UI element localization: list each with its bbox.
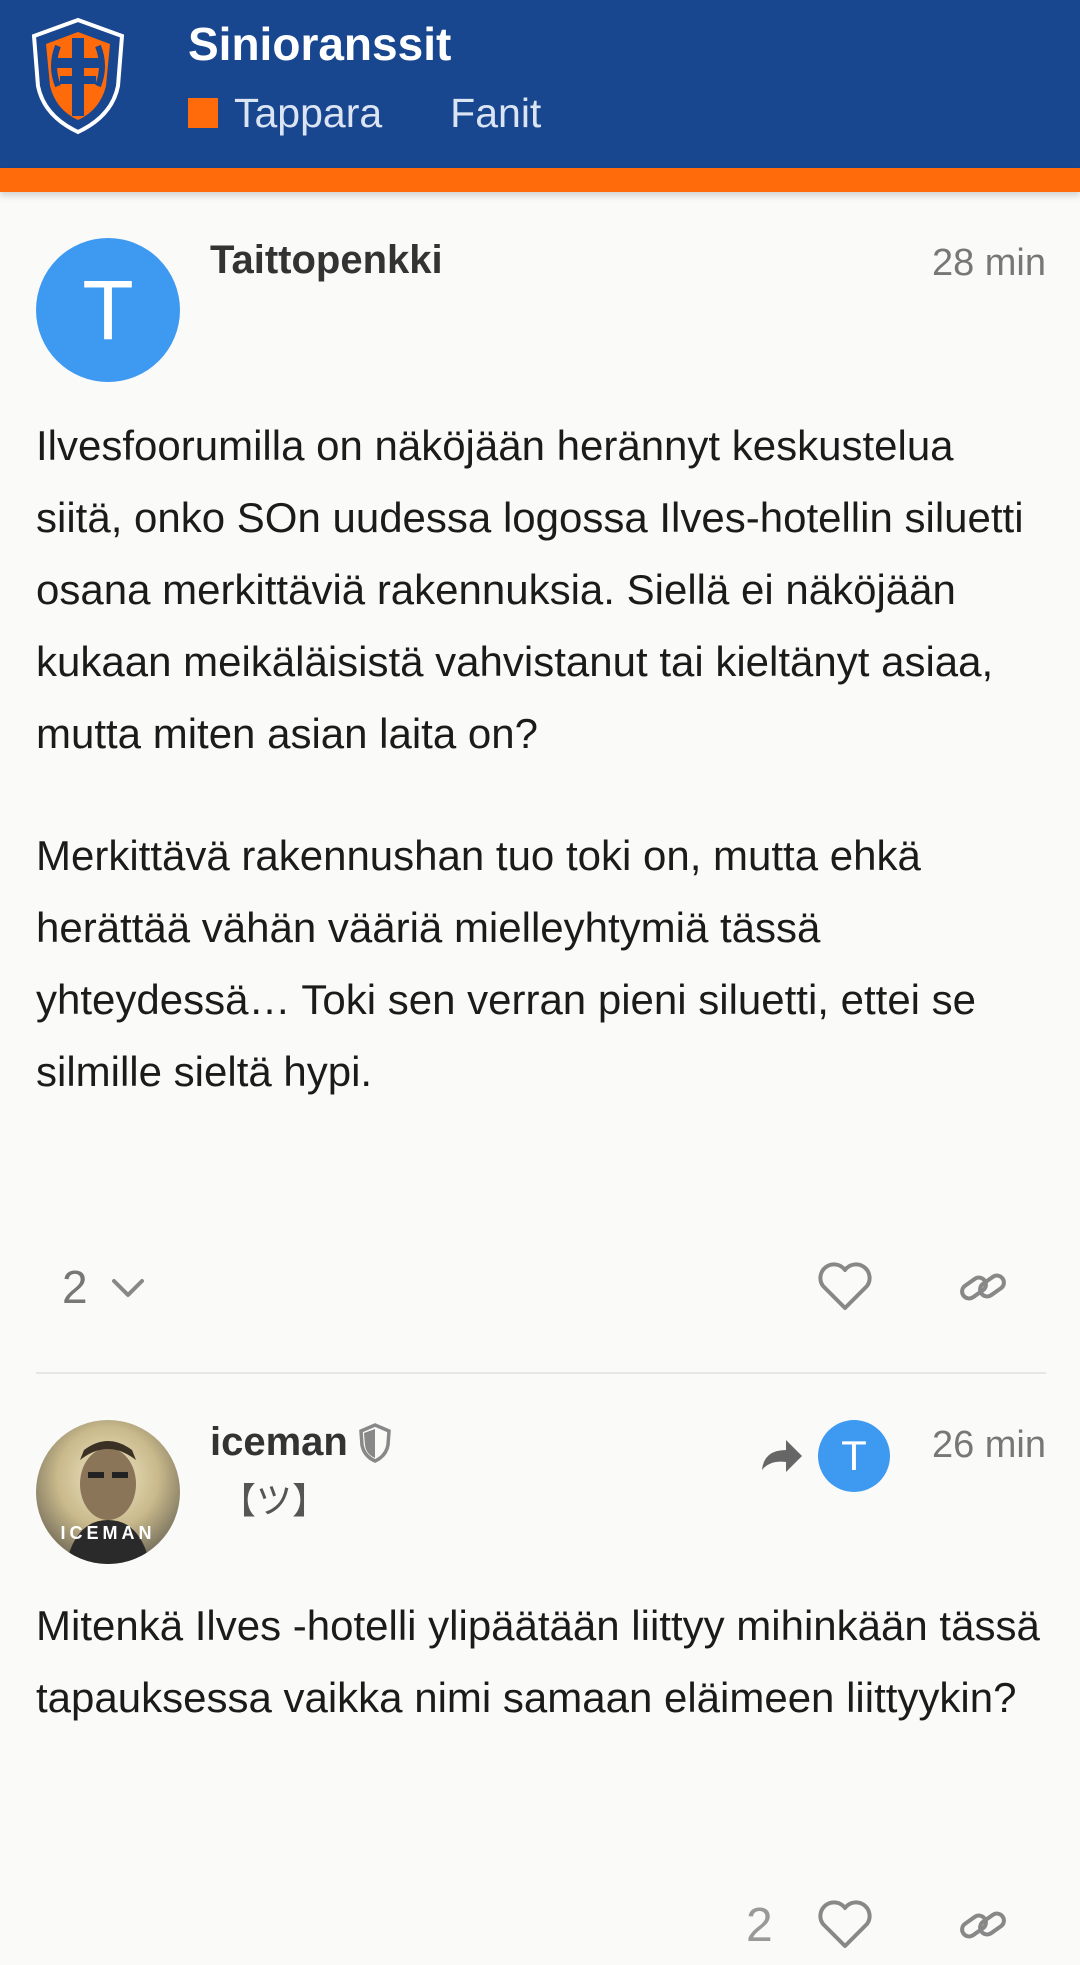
post-body: Ilvesfoorumilla on näköjään herännyt kes… bbox=[36, 410, 1046, 1108]
post: T Taittopenkki 28 min Ilvesfoorumilla on… bbox=[36, 238, 1046, 1328]
like-count: 2 bbox=[62, 1261, 88, 1313]
post-time[interactable]: 28 min bbox=[932, 242, 1046, 285]
link-icon bbox=[955, 1259, 1011, 1315]
reply-to-indicator[interactable]: T bbox=[760, 1420, 890, 1492]
post-username-row: iceman bbox=[210, 1420, 392, 1465]
avatar[interactable]: T bbox=[36, 238, 180, 382]
breadcrumb: Tappara Fanit bbox=[188, 88, 541, 138]
post-username[interactable]: Taittopenkki bbox=[210, 238, 443, 283]
user-title: 【ツ】 bbox=[220, 1480, 329, 1521]
category-color-badge bbox=[188, 98, 218, 128]
tappara-logo-icon[interactable] bbox=[28, 16, 128, 136]
site-title[interactable]: Sinioranssit bbox=[188, 16, 451, 72]
post-divider bbox=[36, 1372, 1046, 1374]
breadcrumb-subcategory[interactable]: Fanit bbox=[450, 90, 541, 137]
post: ICEMAN iceman 【ツ】 T 26 min Mitenkä Ilves… bbox=[36, 1420, 1046, 1965]
avatar[interactable]: ICEMAN bbox=[36, 1420, 180, 1564]
like-count-button[interactable]: 2 bbox=[62, 1252, 148, 1322]
post-time[interactable]: 26 min bbox=[932, 1424, 1046, 1467]
breadcrumb-category[interactable]: Tappara bbox=[234, 90, 382, 137]
like-button[interactable] bbox=[810, 1890, 880, 1960]
link-icon bbox=[955, 1897, 1011, 1953]
share-link-button[interactable] bbox=[948, 1252, 1018, 1322]
post-username[interactable]: iceman bbox=[210, 1420, 348, 1465]
post-body: Mitenkä Ilves -hotelli ylipäätään liitty… bbox=[36, 1590, 1046, 1734]
reply-to-avatar[interactable]: T bbox=[818, 1420, 890, 1492]
post-actions: 2 bbox=[36, 1890, 1046, 1960]
moderator-shield-icon bbox=[358, 1422, 392, 1463]
reply-arrow-icon bbox=[760, 1436, 804, 1476]
site-header: Sinioranssit Tappara Fanit bbox=[0, 0, 1080, 168]
like-button[interactable] bbox=[810, 1252, 880, 1322]
header-accent-stripe bbox=[0, 168, 1080, 192]
post-paragraph: Mitenkä Ilves -hotelli ylipäätään liitty… bbox=[36, 1602, 1040, 1721]
share-link-button[interactable] bbox=[948, 1890, 1018, 1960]
chevron-down-icon bbox=[108, 1267, 148, 1307]
post-actions: 2 bbox=[36, 1252, 1046, 1322]
like-count[interactable]: 2 bbox=[746, 1890, 773, 1960]
post-paragraph: Merkittävä rakennushan tuo toki on, mutt… bbox=[36, 832, 977, 1095]
avatar-label: ICEMAN bbox=[60, 1523, 156, 1543]
heart-icon bbox=[817, 1900, 873, 1950]
heart-icon bbox=[817, 1262, 873, 1312]
post-paragraph: Ilvesfoorumilla on näköjään herännyt kes… bbox=[36, 422, 1024, 757]
